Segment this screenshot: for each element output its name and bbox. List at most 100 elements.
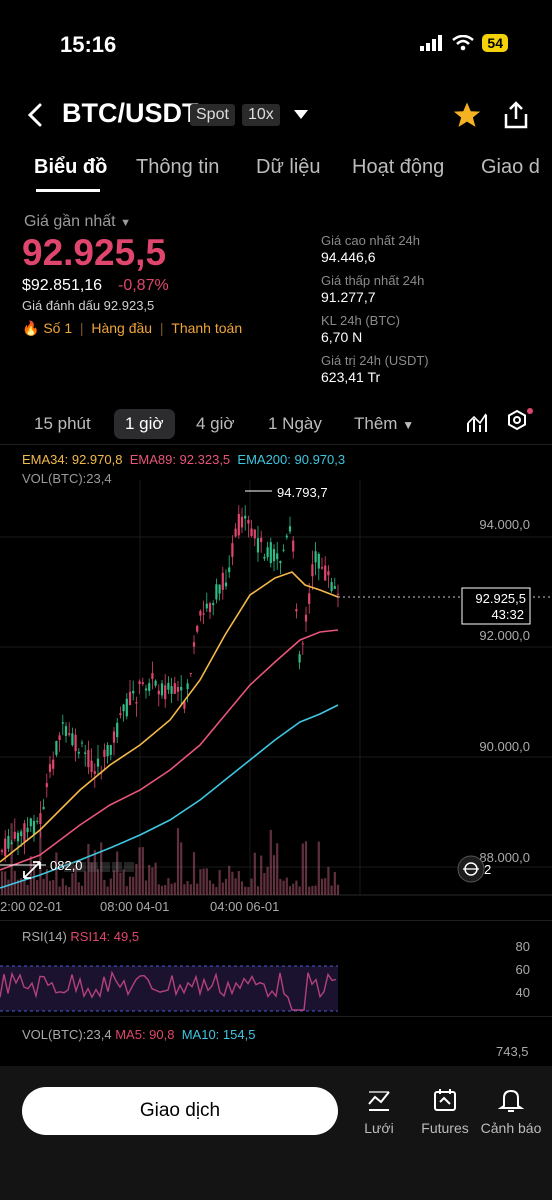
volume-bar bbox=[324, 878, 327, 895]
back-arrow-icon[interactable] bbox=[24, 100, 48, 130]
pair-dropdown-icon[interactable] bbox=[294, 110, 308, 119]
indicator-icon[interactable] bbox=[465, 411, 489, 435]
candle-body bbox=[154, 680, 157, 686]
volume-bar bbox=[256, 886, 260, 895]
candle-body bbox=[26, 827, 29, 833]
futures-icon bbox=[434, 1089, 456, 1111]
volume-bar bbox=[170, 883, 173, 895]
volume-bar bbox=[80, 885, 84, 895]
ema-legend: EMA34: 92.970,8 EMA89: 92.323,5 EMA200: … bbox=[22, 452, 345, 467]
tab-data[interactable]: Dữ liệu bbox=[256, 156, 321, 179]
candle-body bbox=[266, 547, 269, 558]
high-label: 94.793,7 bbox=[277, 485, 328, 500]
badge-rank[interactable]: Số 1 bbox=[43, 320, 72, 337]
futures-button[interactable]: Futures bbox=[413, 1086, 477, 1136]
price-chart[interactable]: 94.793,7 082,0 92.925,5 43:32 94.000,0 9… bbox=[0, 480, 552, 920]
candle-body bbox=[71, 733, 74, 746]
candle-body bbox=[205, 603, 208, 609]
candle-body bbox=[282, 549, 285, 551]
candle-body bbox=[218, 584, 221, 594]
candle-body bbox=[141, 682, 144, 684]
chart-grid bbox=[0, 480, 552, 896]
pair-title[interactable]: BTC/USDT bbox=[62, 98, 199, 129]
candle-body bbox=[32, 820, 36, 835]
badge-top[interactable]: Hàng đầu bbox=[91, 320, 152, 337]
ema89-line bbox=[0, 629, 339, 871]
candle-body bbox=[116, 722, 119, 738]
candle-body bbox=[196, 625, 199, 632]
rsi-tick: 60 bbox=[516, 962, 530, 977]
volume-bar bbox=[122, 869, 125, 895]
price-tag-value: 92.925,5 bbox=[475, 591, 526, 606]
volume-bar bbox=[157, 884, 160, 895]
candle-body bbox=[77, 751, 80, 754]
grid-button[interactable]: Lưới bbox=[347, 1086, 411, 1136]
tf-1d[interactable]: 1 Ngày bbox=[268, 414, 322, 434]
rsi-tick: 80 bbox=[516, 940, 530, 954]
volume-bar bbox=[208, 880, 212, 895]
volume-bar bbox=[250, 878, 253, 895]
x-tick: 2:00 02-01 bbox=[0, 899, 62, 914]
star-icon[interactable] bbox=[452, 100, 482, 130]
volume-bar bbox=[266, 866, 269, 895]
candle-body bbox=[298, 654, 301, 663]
candle-body bbox=[61, 722, 64, 724]
grid-bot-icon bbox=[368, 1091, 390, 1111]
tf-1h[interactable]: 1 giờ bbox=[114, 409, 175, 439]
candle-body bbox=[167, 682, 170, 690]
last-price-label[interactable]: Giá gần nhất ▼ bbox=[24, 213, 131, 231]
candle-body bbox=[93, 771, 96, 774]
volume-bar bbox=[272, 855, 276, 895]
candle-body bbox=[148, 683, 151, 691]
candle-body bbox=[20, 831, 23, 837]
candle-body bbox=[23, 823, 26, 842]
tab-trade[interactable]: Giao d bbox=[481, 156, 540, 179]
stats-panel: Giá cao nhất 24h 94.446,6 Giá thấp nhất … bbox=[321, 233, 429, 393]
volume-bar bbox=[93, 850, 96, 895]
settings-icon[interactable] bbox=[505, 406, 535, 436]
candle-body bbox=[202, 613, 205, 615]
tab-chart[interactable]: Biểu đồ bbox=[34, 156, 107, 179]
status-time: 15:16 bbox=[60, 32, 117, 57]
volume-bar bbox=[58, 886, 61, 895]
volume-bar bbox=[192, 852, 196, 895]
volume-bar bbox=[61, 878, 64, 895]
volume-bar bbox=[269, 829, 272, 895]
candle-body bbox=[157, 690, 160, 695]
candle-body bbox=[221, 572, 224, 590]
candle-body bbox=[272, 549, 276, 562]
leverage-tag: 10x bbox=[242, 104, 280, 126]
candle-body bbox=[311, 564, 314, 577]
volume-bar bbox=[279, 879, 282, 895]
volume-bar bbox=[282, 880, 285, 895]
stat-vol-value: 6,70 N bbox=[321, 329, 363, 345]
tf-15m[interactable]: 15 phút bbox=[34, 414, 91, 434]
vol-panel-legend: VOL(BTC):23,4 MA5: 90,8 MA10: 154,5 bbox=[22, 1027, 255, 1042]
stat-high-value: 94.446,6 bbox=[321, 249, 376, 265]
trade-button[interactable]: Giao dịch bbox=[22, 1087, 338, 1135]
tab-info[interactable]: Thông tin bbox=[136, 156, 219, 179]
volume-bar bbox=[327, 867, 330, 895]
volume-bar bbox=[103, 879, 106, 895]
share-icon[interactable] bbox=[502, 100, 530, 130]
vol-max-tick: 743,5 bbox=[496, 1044, 529, 1059]
tab-activity[interactable]: Hoạt động bbox=[352, 156, 444, 179]
stat-low-value: 91.277,7 bbox=[321, 289, 376, 305]
ema34-label: EMA34: 92.970,8 bbox=[22, 452, 123, 467]
candle-body bbox=[199, 610, 202, 616]
tf-4h[interactable]: 4 giờ bbox=[196, 414, 235, 434]
x-tick: 04:00 06-01 bbox=[210, 899, 279, 914]
candle-body bbox=[224, 582, 228, 587]
volume-bar bbox=[0, 871, 4, 895]
badge-pay[interactable]: Thanh toán bbox=[171, 320, 242, 337]
tf-more[interactable]: Thêm ▼ bbox=[354, 414, 414, 434]
chevron-down-icon: ▼ bbox=[120, 217, 131, 229]
volume-bar bbox=[36, 880, 39, 895]
candle-body bbox=[324, 565, 327, 581]
candle-body bbox=[135, 702, 138, 704]
volume-bar bbox=[228, 865, 231, 895]
candle-body bbox=[90, 760, 93, 772]
volume-bar bbox=[112, 870, 116, 895]
alert-button[interactable]: Cảnh báo bbox=[479, 1086, 543, 1136]
volume-bar bbox=[23, 879, 26, 895]
